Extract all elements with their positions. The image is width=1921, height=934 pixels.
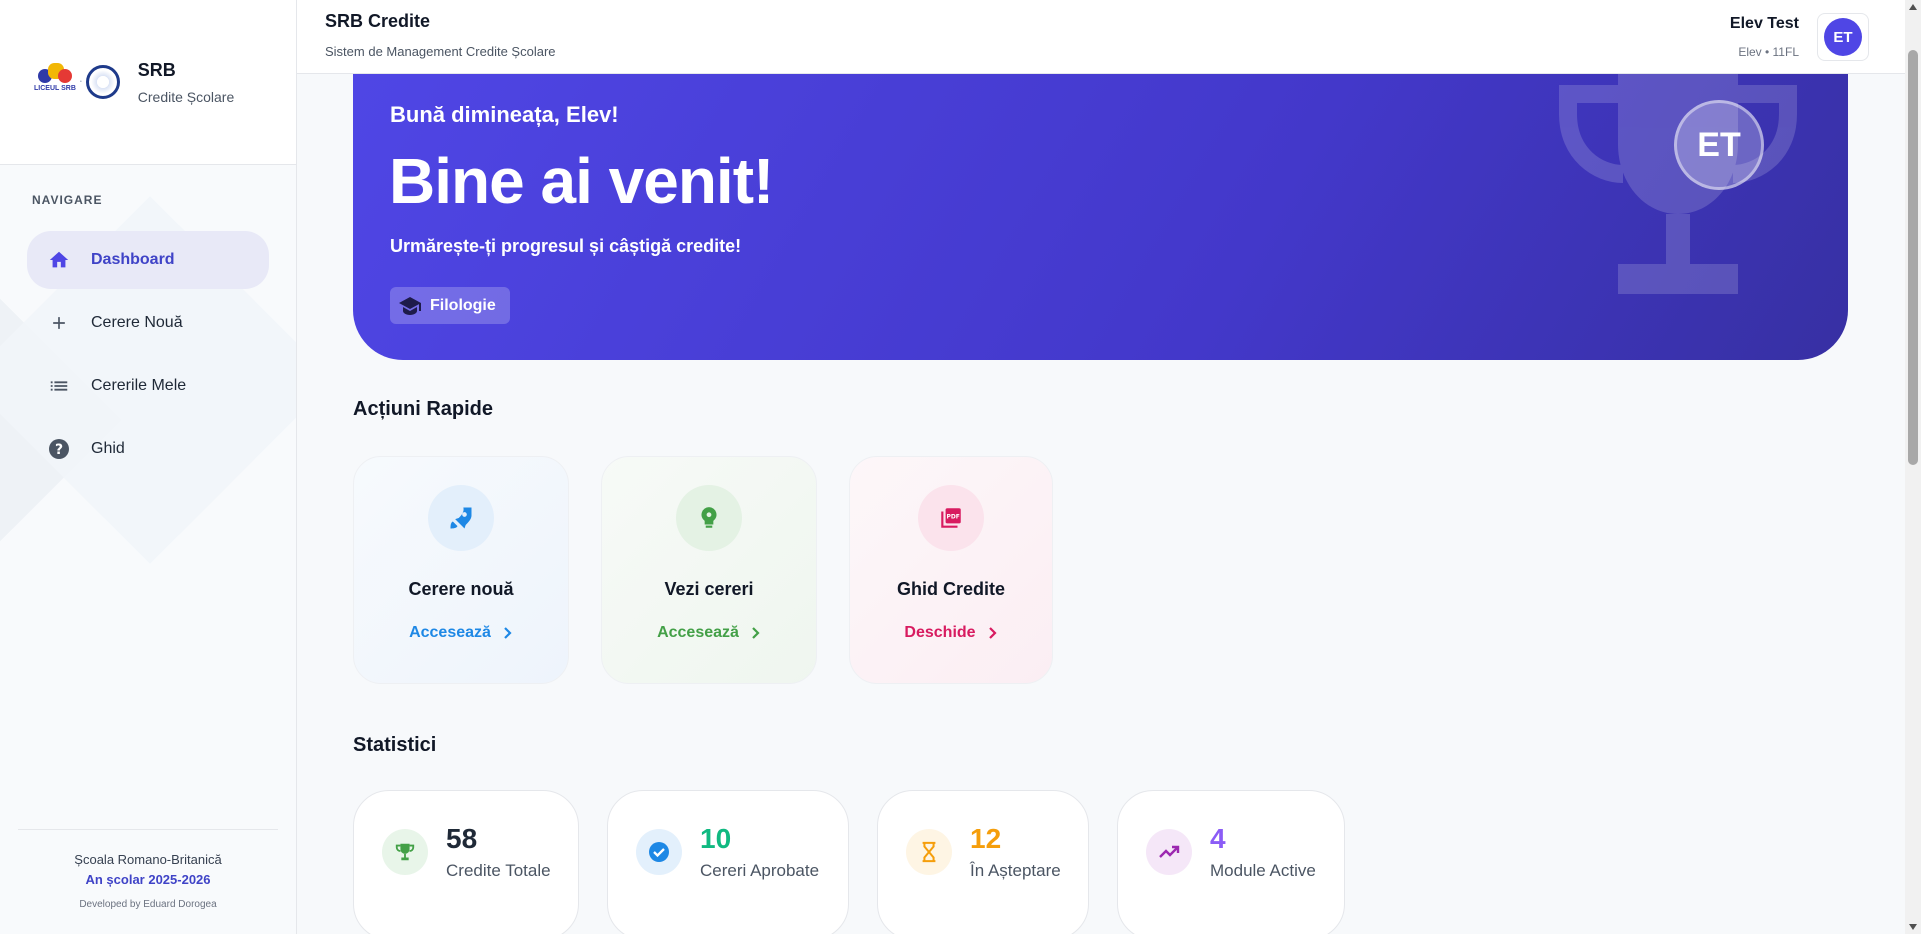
sidebar-nav: Dashboard Cerere Nouă Cererile Mele ? Gh… [0,231,296,478]
stat-card-approved-requests: 10 Cereri Aprobate [607,790,849,934]
stat-card-active-modules: 4 Module Active [1117,790,1345,934]
sidebar-item-label: Cererile Mele [91,377,187,394]
sidebar-item-guide[interactable]: ? Ghid [27,420,269,478]
welcome-heading: Bine ai venit! [389,145,774,217]
pdf-icon: PDF [918,485,984,551]
quick-action-credit-guide[interactable]: PDF Ghid Credite Deschide [849,456,1053,684]
sidebar-item-label: Ghid [91,440,125,457]
sidebar-footer: Școala Romano-Britanică An școlar 2025-2… [18,829,278,934]
app-subtitle: Sistem de Management Credite Școlare [325,44,556,59]
quick-action-new-request[interactable]: Cerere nouă Accesează [353,456,569,684]
stat-value: 12 [970,823,1002,854]
scroll-down-arrow-icon[interactable] [1909,924,1917,930]
trophy-icon [382,829,428,875]
quick-action-title: Vezi cereri [664,579,754,599]
quick-action-view-requests[interactable]: Vezi cereri Accesează [601,456,817,684]
school-logo: LICEUL SRB [34,63,76,101]
app-title: SRB Credite [325,11,431,31]
sidebar-item-label: Dashboard [91,251,175,268]
top-header: SRB Credite Sistem de Management Credite… [297,0,1905,74]
chevron-right-icon [503,626,513,640]
plus-icon [47,311,71,335]
rocket-icon [428,485,494,551]
logo-separator: • [80,79,82,85]
help-icon: ? [47,437,71,461]
sidebar: LICEUL SRB • SRB Credite Școlare NAVIGAR… [0,0,297,934]
partner-seal-logo [85,65,120,99]
list-icon [47,374,71,398]
nav-heading: NAVIGARE [32,193,103,207]
graduation-cap-icon [398,296,422,316]
scrollbar-thumb[interactable] [1908,50,1918,465]
avatar-button[interactable]: ET [1817,13,1869,61]
chevron-right-icon [988,626,998,640]
quick-action-link[interactable]: Deschide [850,624,1052,642]
profile-chip-label: Filologie [430,296,496,314]
check-circle-icon [636,829,682,875]
sidebar-item-label: Cerere Nouă [91,314,183,331]
statistics-title: Statistici [353,734,437,756]
page-scrollbar[interactable] [1905,0,1921,934]
quick-action-link[interactable]: Accesează [602,624,816,642]
sidebar-item-new-request[interactable]: Cerere Nouă [27,294,269,352]
stat-label: Module Active [1210,861,1316,880]
developer-credit: Developed by Eduard Dorogea [79,899,217,910]
avatar: ET [1824,18,1862,56]
bulb-gear-icon [676,485,742,551]
stat-label: Cereri Aprobate [700,861,820,880]
sidebar-item-my-requests[interactable]: Cererile Mele [27,357,269,415]
profile-chip: Filologie [390,287,510,324]
scroll-up-arrow-icon[interactable] [1909,4,1917,10]
stat-value: 58 [446,823,478,854]
welcome-banner: Bună dimineața, Elev! Bine ai venit! Urm… [353,74,1848,360]
svg-text:?: ? [55,442,63,458]
quick-action-title: Cerere nouă [408,579,514,599]
brand-title: SRB [137,59,176,80]
brand-header: LICEUL SRB • SRB Credite Școlare [0,0,296,165]
home-icon [47,248,71,272]
svg-text:PDF: PDF [946,514,959,521]
quick-action-title: Ghid Credite [896,579,1005,599]
greeting: Bună dimineața, Elev! [390,102,619,127]
stat-value: 4 [1210,823,1226,854]
stat-card-total-credits: 58 Credite Totale [353,790,579,934]
quick-action-link[interactable]: Accesează [354,624,568,642]
quick-actions-title: Acțiuni Rapide [353,398,494,420]
brand-subtitle: Credite Școlare [137,88,235,105]
school-name: Școala Romano-Britanică [74,852,222,867]
user-menu[interactable]: Elev Test Elev • 11FL ET [1730,13,1869,61]
stat-label: În Așteptare [970,861,1061,880]
trophy-watermark-icon [1559,74,1797,294]
stat-value: 10 [700,823,732,854]
sidebar-item-dashboard[interactable]: Dashboard [27,231,269,289]
user-name: Elev Test [1729,15,1799,32]
user-meta: Elev • 11FL [1738,45,1799,59]
hero-avatar: ET [1674,100,1764,190]
school-year: An școlar 2025-2026 [85,872,211,887]
stat-card-pending: 12 În Așteptare [877,790,1089,934]
main-content: Bună dimineața, Elev! Bine ai venit! Urm… [297,74,1905,934]
chevron-right-icon [751,626,761,640]
welcome-tagline: Urmărește-ți progresul și câștigă credit… [390,236,742,256]
hourglass-icon [906,829,952,875]
trending-up-icon [1146,829,1192,875]
stat-label: Credite Totale [446,861,551,880]
